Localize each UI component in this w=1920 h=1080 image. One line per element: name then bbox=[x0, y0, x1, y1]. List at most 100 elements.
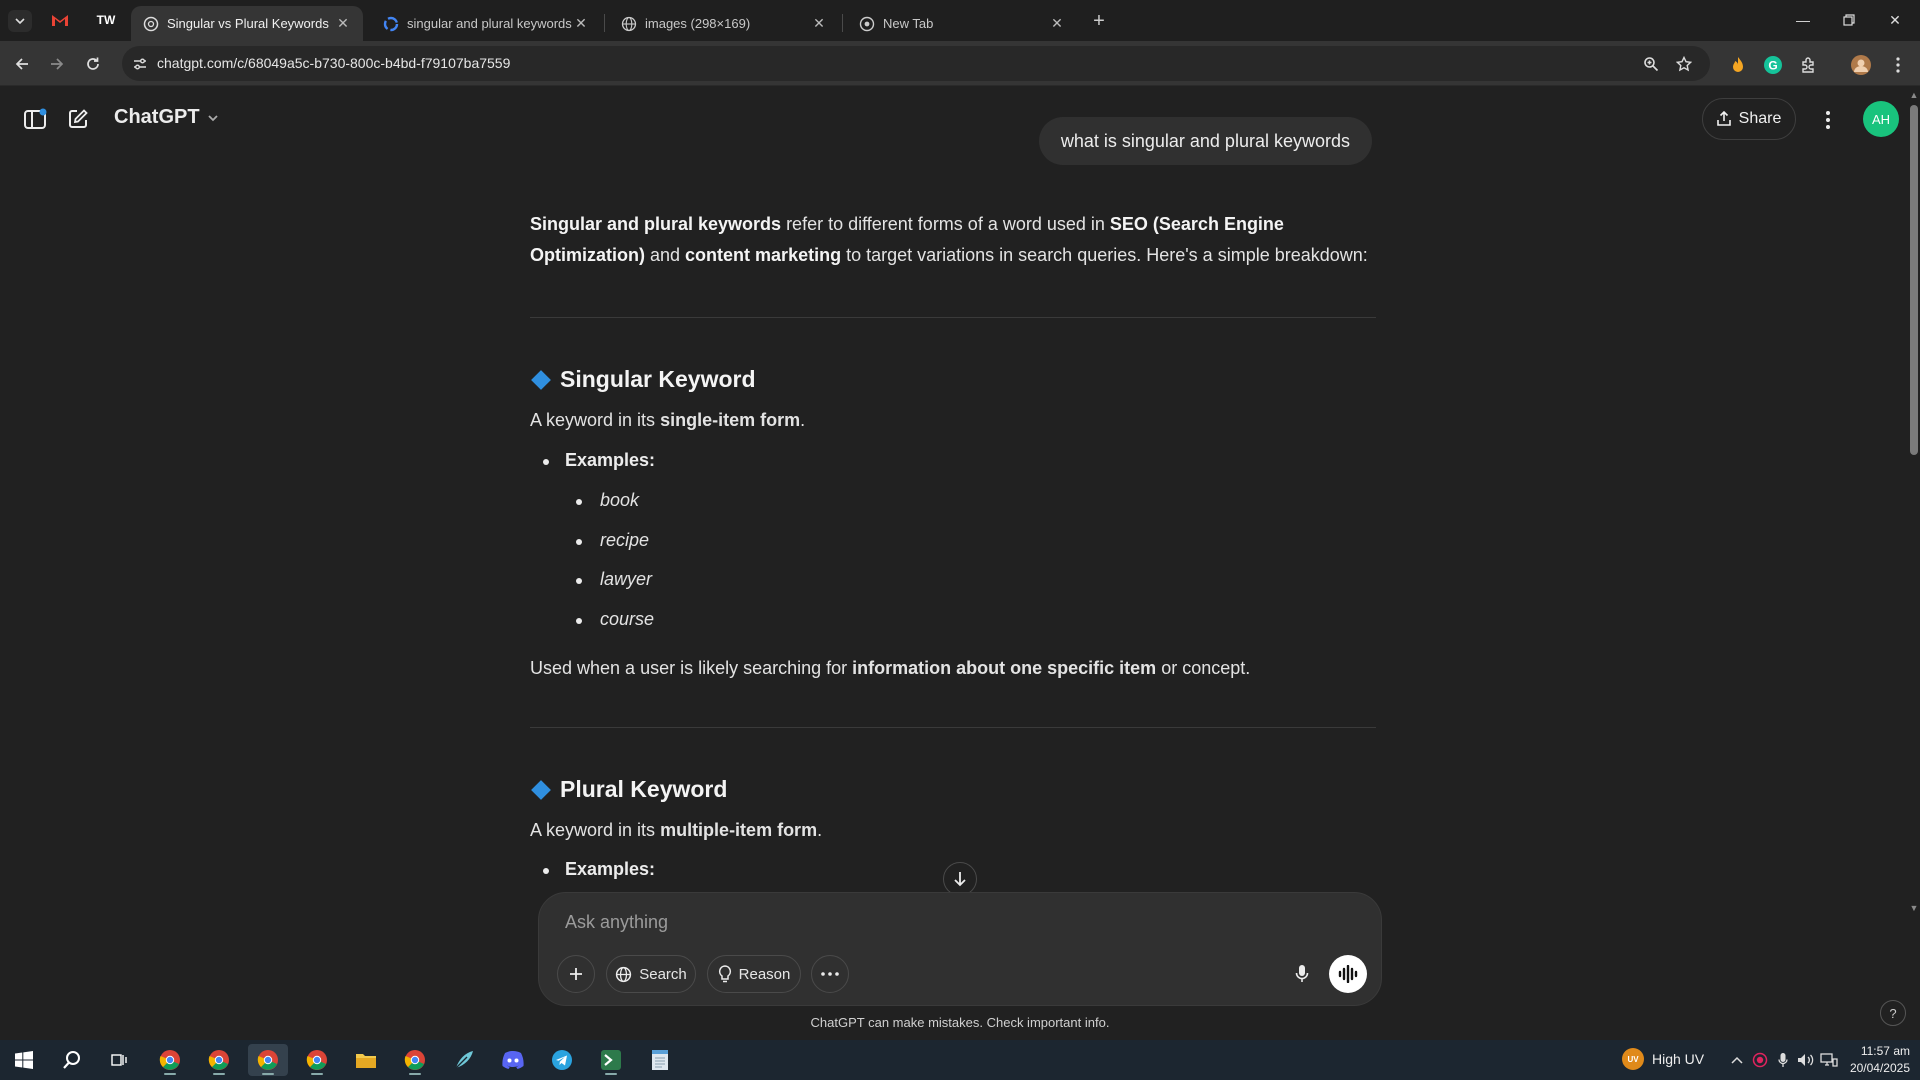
user-avatar[interactable]: AH bbox=[1863, 101, 1899, 137]
extension-flame-icon[interactable] bbox=[1727, 54, 1749, 76]
browser-tab-bar: TW Singular vs Plural Keywords ✕ singula… bbox=[0, 0, 1920, 41]
arrow-left-icon bbox=[15, 58, 28, 70]
windows-logo-icon bbox=[15, 1051, 33, 1069]
tab-google-search[interactable]: singular and plural keywords - G ✕ bbox=[371, 6, 601, 41]
scroll-up-arrow-icon[interactable]: ▲ bbox=[1908, 89, 1920, 101]
new-tab-button[interactable]: + bbox=[1088, 10, 1110, 32]
voice-mode-button[interactable] bbox=[1329, 955, 1367, 993]
back-button[interactable] bbox=[9, 51, 35, 77]
plural-desc-post: . bbox=[817, 820, 823, 840]
divider bbox=[530, 317, 1376, 318]
microphone-tray-icon[interactable] bbox=[1773, 1050, 1793, 1070]
reload-button[interactable] bbox=[80, 51, 106, 77]
grammarly-icon[interactable]: G bbox=[1762, 54, 1784, 76]
taskbar-chrome-2[interactable] bbox=[199, 1044, 239, 1076]
tab-title: Singular vs Plural Keywords bbox=[167, 16, 329, 31]
intro-text-3: to target variations in search queries. … bbox=[841, 245, 1368, 265]
tab-new-tab[interactable]: New Tab ✕ bbox=[847, 6, 1077, 41]
url-text: chatgpt.com/c/68049a5c-b730-800c-b4bd-f7… bbox=[157, 55, 511, 71]
plural-desc-pre: A keyword in its bbox=[530, 820, 661, 840]
pinned-tab-gmail[interactable] bbox=[46, 8, 74, 32]
close-icon[interactable]: ✕ bbox=[811, 15, 827, 32]
forward-button[interactable] bbox=[44, 51, 70, 77]
prompt-input[interactable] bbox=[565, 907, 1345, 937]
browser-menu-icon[interactable] bbox=[1887, 54, 1909, 76]
reason-label: Reason bbox=[738, 965, 791, 983]
zoom-icon[interactable] bbox=[1642, 55, 1660, 73]
scrollbar-thumb[interactable] bbox=[1910, 105, 1918, 455]
search-icon bbox=[63, 1051, 80, 1069]
task-view-button[interactable] bbox=[100, 1044, 140, 1076]
taskbar-discord[interactable] bbox=[493, 1044, 533, 1076]
chevron-down-icon bbox=[15, 18, 25, 25]
sidebar-toggle-button[interactable] bbox=[20, 104, 50, 134]
weather-text: High UV bbox=[1652, 1051, 1705, 1067]
weather-widget[interactable]: UV High UV bbox=[1622, 1048, 1704, 1070]
plural-desc-bold: multiple-item form bbox=[660, 820, 818, 840]
arrow-down-icon bbox=[954, 872, 966, 887]
search-button[interactable] bbox=[52, 1044, 92, 1076]
disclaimer-text: ChatGPT can make mistakes. Check importa… bbox=[810, 1015, 1110, 1030]
singular-examples-label: Examples: bbox=[542, 450, 656, 470]
volume-icon[interactable] bbox=[1796, 1050, 1816, 1070]
taskbar-chrome-3[interactable] bbox=[297, 1044, 337, 1076]
taskbar-chrome-1[interactable] bbox=[150, 1044, 190, 1076]
conversation-options-button[interactable] bbox=[1816, 105, 1840, 135]
dictate-button[interactable] bbox=[1283, 955, 1321, 993]
search-button[interactable]: Search bbox=[606, 955, 696, 993]
singular-heading: Singular Keyword bbox=[530, 366, 756, 393]
taskbar-app-feather[interactable] bbox=[444, 1044, 484, 1076]
recording-indicator-icon[interactable] bbox=[1750, 1050, 1770, 1070]
pinned-tab-tw[interactable]: TW bbox=[92, 8, 120, 32]
scroll-down-arrow-icon[interactable]: ▼ bbox=[1908, 902, 1920, 914]
more-tools-button[interactable] bbox=[811, 955, 849, 993]
taskbar-app-terminal[interactable] bbox=[591, 1044, 631, 1076]
edit-icon bbox=[69, 109, 88, 128]
diamond-icon bbox=[531, 369, 551, 390]
chrome-icon bbox=[306, 1050, 327, 1070]
chatgpt-app: ChatGPT Share AH ▲ ▼ what is singular an… bbox=[0, 87, 1920, 1037]
help-button[interactable]: ? bbox=[1880, 1000, 1906, 1026]
close-icon[interactable]: ✕ bbox=[335, 15, 351, 32]
example-item: course bbox=[575, 609, 655, 629]
tab-title: images (298×169) bbox=[645, 16, 751, 31]
close-icon: ✕ bbox=[1889, 11, 1901, 28]
uv-badge-icon: UV bbox=[1622, 1048, 1644, 1070]
close-icon[interactable]: ✕ bbox=[573, 15, 589, 32]
plus-icon: + bbox=[1093, 9, 1105, 32]
tw-logo-icon: TW bbox=[96, 13, 116, 27]
tray-overflow-chevron-icon[interactable] bbox=[1727, 1050, 1747, 1070]
share-button[interactable]: Share bbox=[1702, 98, 1796, 140]
singular-usage-bold: information about one specific item bbox=[852, 658, 1157, 678]
taskbar-chrome-4[interactable] bbox=[395, 1044, 435, 1076]
taskbar-file-explorer[interactable] bbox=[346, 1044, 386, 1076]
reason-button[interactable]: Reason bbox=[707, 955, 801, 993]
start-button[interactable] bbox=[4, 1044, 44, 1076]
minimize-button[interactable]: — bbox=[1780, 0, 1826, 40]
scroll-to-bottom-button[interactable] bbox=[943, 862, 977, 896]
restore-button[interactable] bbox=[1826, 0, 1872, 40]
taskbar-chrome-active[interactable] bbox=[248, 1044, 288, 1076]
clock[interactable]: 11:57 am 20/04/2025 bbox=[1844, 1043, 1910, 1077]
attach-button[interactable] bbox=[557, 955, 595, 993]
tab-singular-vs-plural[interactable]: Singular vs Plural Keywords ✕ bbox=[131, 6, 363, 41]
tab-search-button[interactable] bbox=[8, 10, 32, 32]
taskbar-telegram[interactable] bbox=[542, 1044, 582, 1076]
network-icon[interactable] bbox=[1819, 1050, 1839, 1070]
chrome-icon bbox=[257, 1050, 278, 1070]
close-icon[interactable]: ✕ bbox=[1049, 15, 1065, 32]
discord-icon bbox=[502, 1051, 524, 1069]
profile-avatar-icon[interactable] bbox=[1850, 54, 1872, 76]
bookmark-star-icon[interactable] bbox=[1675, 55, 1693, 73]
address-bar[interactable]: chatgpt.com/c/68049a5c-b730-800c-b4bd-f7… bbox=[122, 46, 1710, 81]
plural-description: A keyword in its multiple-item form. bbox=[530, 820, 822, 841]
more-vertical-icon bbox=[1826, 111, 1830, 129]
tab-images[interactable]: images (298×169) ✕ bbox=[609, 6, 839, 41]
taskbar-notepad[interactable] bbox=[640, 1044, 680, 1076]
new-chat-button[interactable] bbox=[63, 104, 93, 134]
close-window-button[interactable]: ✕ bbox=[1872, 0, 1918, 40]
site-info-icon[interactable] bbox=[131, 55, 149, 73]
extensions-puzzle-icon[interactable] bbox=[1798, 54, 1820, 76]
user-message-bubble: what is singular and plural keywords bbox=[1038, 117, 1372, 165]
model-selector[interactable]: ChatGPT bbox=[114, 106, 220, 129]
